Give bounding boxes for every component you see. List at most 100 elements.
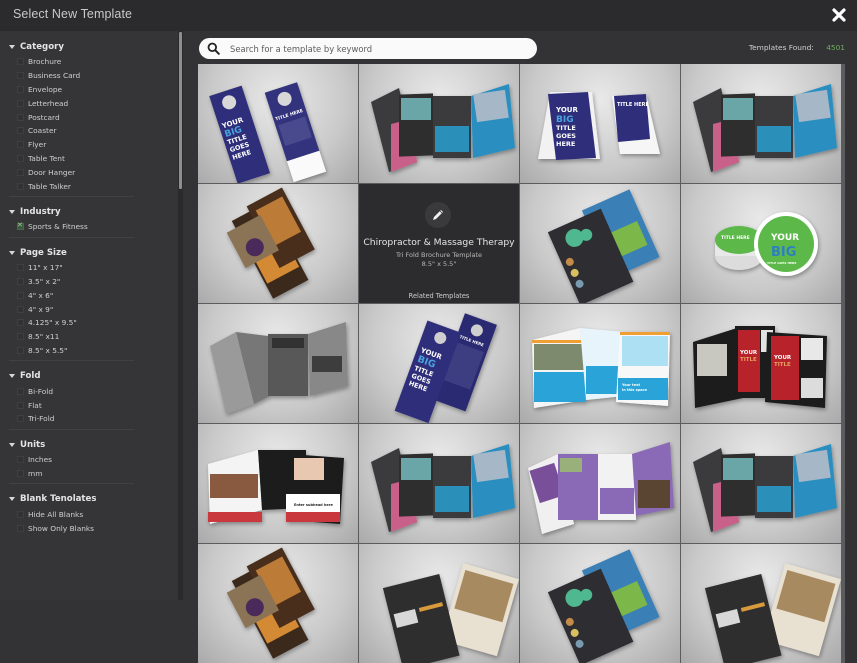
checkbox[interactable] xyxy=(17,127,24,135)
template-tile[interactable] xyxy=(681,64,841,183)
thumbnail-text: HERE xyxy=(556,140,575,148)
caret-down-icon xyxy=(9,442,15,447)
checkbox[interactable] xyxy=(17,72,24,80)
templates-found-label: Templates Found: xyxy=(748,43,814,52)
template-tile[interactable]: TITLE HERE YOUR BIG TITLE GOES HERE xyxy=(681,184,841,303)
checkbox[interactable] xyxy=(17,387,24,395)
checkbox[interactable] xyxy=(17,154,24,162)
filter-option[interactable]: Flyer xyxy=(17,138,178,152)
filter-section-page-size: Page Size 11" x 17" 3.5" x 2" 4" x 6" 4" x 9… xyxy=(0,246,178,365)
template-tile[interactable] xyxy=(359,544,519,663)
filter-option[interactable]: Sports & Fitness xyxy=(17,220,178,234)
filter-option[interactable]: Flat xyxy=(17,398,178,412)
template-grid: YOUR BIG TITLE GOES HERE TITLE HERE YOUR xyxy=(198,64,845,663)
filter-option[interactable]: 8.5" x11 xyxy=(17,330,178,344)
filter-section-toggle[interactable]: Industry xyxy=(9,205,178,219)
template-tile[interactable]: TITLE HERE YOUR BIG TITLE GOES HERE xyxy=(359,304,519,423)
template-tile[interactable]: YOUR TITLE YOUR TITLE xyxy=(681,304,841,423)
template-tile[interactable] xyxy=(681,544,841,663)
template-tile[interactable]: Enter subhead here xyxy=(198,424,358,543)
filter-option[interactable]: Bi-Fold xyxy=(17,384,178,398)
filter-option[interactable]: Postcard xyxy=(17,110,178,124)
checkbox[interactable] xyxy=(17,401,24,409)
filter-option[interactable]: Door Hanger xyxy=(17,165,178,179)
checkbox[interactable] xyxy=(17,168,24,176)
checkbox[interactable] xyxy=(17,291,24,299)
filter-option-label: 4" x 6" xyxy=(28,290,54,300)
checkbox[interactable] xyxy=(17,510,24,518)
template-tile[interactable] xyxy=(520,424,680,543)
filter-section-toggle[interactable]: Page Size xyxy=(9,246,178,260)
filter-section-toggle[interactable]: Blank Tenolates xyxy=(9,492,178,506)
filter-option[interactable]: 3.5" x 2" xyxy=(17,275,178,289)
template-tile[interactable] xyxy=(359,64,519,183)
section-divider xyxy=(9,483,134,485)
checkbox[interactable] xyxy=(17,182,24,190)
checkbox[interactable] xyxy=(17,319,24,327)
checkbox[interactable] xyxy=(17,469,24,477)
template-tile[interactable] xyxy=(681,424,841,543)
filter-option[interactable]: Envelope xyxy=(17,83,178,97)
template-tile[interactable]: YOUR BIG TITLE GOES HERE TITLE HERE xyxy=(198,64,358,183)
checkbox[interactable] xyxy=(17,113,24,121)
checkbox[interactable] xyxy=(17,58,24,66)
template-tile[interactable]: Chiropractor & Massage Therapy Tri Fold … xyxy=(359,184,519,303)
edit-template-button[interactable] xyxy=(425,202,451,228)
close-button[interactable] xyxy=(831,7,847,23)
checkbox[interactable] xyxy=(17,141,24,149)
filter-option[interactable]: Business Card xyxy=(17,69,178,83)
filter-section-title: Page Size xyxy=(20,247,67,258)
checkbox[interactable] xyxy=(17,85,24,93)
thumbnail-text: TITLE GOES HERE xyxy=(767,261,796,265)
filter-option[interactable]: mm xyxy=(17,467,178,481)
filter-option-label: Brochure xyxy=(28,57,62,67)
template-tile[interactable] xyxy=(198,304,358,423)
template-tile[interactable]: YOUR BIG TITLE GOES HERE TITLE HERE xyxy=(520,64,680,183)
filter-option[interactable]: Inches xyxy=(17,453,178,467)
caret-down-icon xyxy=(9,374,15,379)
checkbox[interactable] xyxy=(17,99,24,107)
filter-sidebar: Category Brochure Business Card Envelope Let… xyxy=(0,31,178,600)
template-tile[interactable] xyxy=(198,184,358,303)
checkbox[interactable] xyxy=(17,456,24,464)
filter-option[interactable]: Brochure xyxy=(17,55,178,69)
checkbox[interactable] xyxy=(17,524,24,532)
checkbox[interactable] xyxy=(17,415,24,423)
thumbnail-text: TITLE xyxy=(774,362,791,368)
filter-option[interactable]: 4.125" x 9.5" xyxy=(17,316,178,330)
filter-section-toggle[interactable]: Fold xyxy=(9,369,178,383)
sidebar-scrollbar-thumb[interactable] xyxy=(179,32,182,189)
filter-section-toggle[interactable]: Units xyxy=(9,438,178,452)
template-tile[interactable] xyxy=(198,544,358,663)
filter-option[interactable]: Table Talker xyxy=(17,179,178,193)
template-tile[interactable]: Your text in this space xyxy=(520,304,680,423)
checkbox-checked[interactable] xyxy=(17,221,24,231)
filter-section-units: Units Inches mm xyxy=(0,438,178,488)
filter-option[interactable]: 4" x 6" xyxy=(17,288,178,302)
filter-option-label: 11" x 17" xyxy=(28,263,63,273)
checkbox[interactable] xyxy=(17,305,24,313)
related-templates-link[interactable]: Related Templates xyxy=(359,292,519,300)
filter-option[interactable]: Letterhead xyxy=(17,96,178,110)
filter-option[interactable]: 4" x 9" xyxy=(17,302,178,316)
filter-option[interactable]: Coaster xyxy=(17,124,178,138)
search-bar[interactable] xyxy=(199,38,537,59)
checkbox[interactable] xyxy=(17,346,24,354)
filter-section-toggle[interactable]: Category xyxy=(9,40,178,54)
section-divider xyxy=(9,195,134,197)
template-tile[interactable] xyxy=(359,424,519,543)
filter-option[interactable]: 8.5" x 5.5" xyxy=(17,344,178,358)
filter-option[interactable]: Tri-Fold xyxy=(17,412,178,426)
checkbox[interactable] xyxy=(17,264,24,272)
template-thumbnail xyxy=(226,187,315,299)
checkbox[interactable] xyxy=(17,333,24,341)
filter-option[interactable]: Table Tent xyxy=(17,152,178,166)
filter-option[interactable]: Show Only Blanks xyxy=(17,521,178,535)
filter-option-label: Postcard xyxy=(28,112,60,122)
filter-option[interactable]: Hide All Blanks xyxy=(17,507,178,521)
search-input[interactable] xyxy=(230,43,520,54)
checkbox[interactable] xyxy=(17,277,24,285)
template-tile[interactable] xyxy=(520,544,680,663)
template-tile[interactable] xyxy=(520,184,680,303)
filter-option[interactable]: 11" x 17" xyxy=(17,261,178,275)
